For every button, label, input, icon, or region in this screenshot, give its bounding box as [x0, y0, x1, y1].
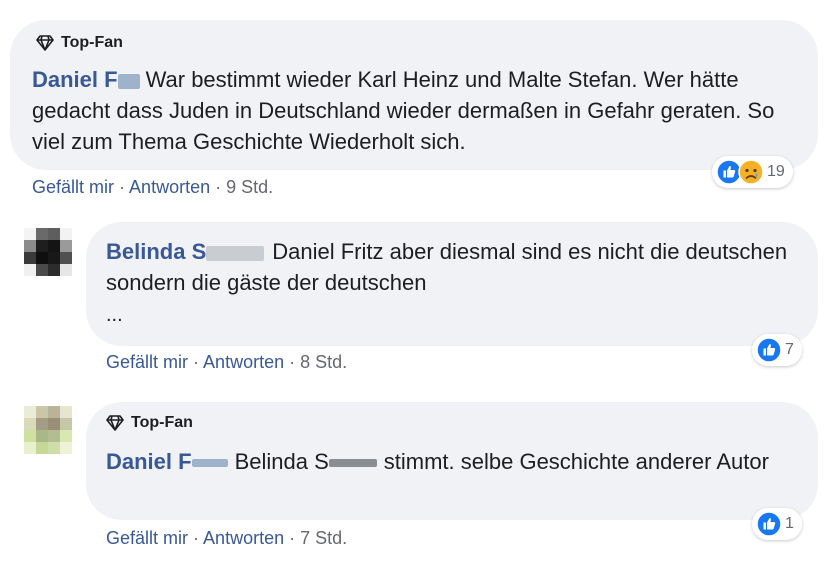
- comment-actions: Gefällt mir · Antworten · 9 Std.: [32, 177, 273, 198]
- avatar[interactable]: [24, 228, 72, 276]
- comment-body: stimmt. selbe Geschichte anderer Autor: [383, 449, 769, 474]
- like-icon: [756, 511, 782, 537]
- separator: ·: [289, 528, 296, 548]
- comment-author[interactable]: Daniel F: [106, 449, 192, 474]
- redacted-name: [206, 245, 265, 261]
- like-link[interactable]: Gefällt mir: [106, 528, 188, 548]
- comment-actions: Gefällt mir · Antworten · 8 Std.: [106, 352, 347, 373]
- like-link[interactable]: Gefällt mir: [32, 177, 114, 197]
- reaction-count: 1: [785, 515, 794, 532]
- separator: ·: [193, 352, 200, 372]
- reply-link[interactable]: Antworten: [129, 177, 210, 197]
- comment-bubble: Top-Fan Daniel F War bestimmt wieder Karl…: [10, 20, 818, 170]
- reaction-count: 7: [785, 341, 794, 358]
- reaction-summary[interactable]: 1: [752, 508, 802, 540]
- reaction-count: 19: [767, 163, 785, 180]
- comment-bubble: Belinda S Daniel Fritz aber diesmal sind …: [86, 222, 818, 346]
- reply-link[interactable]: Antworten: [203, 528, 284, 548]
- comment-author[interactable]: Daniel F: [32, 67, 118, 92]
- timestamp[interactable]: 7 Std.: [300, 528, 347, 548]
- top-fan-label: Top-Fan: [61, 34, 123, 51]
- avatar[interactable]: [24, 406, 72, 454]
- reply-link[interactable]: Antworten: [203, 352, 284, 372]
- separator: ·: [193, 528, 200, 548]
- top-fan-badge: Top-Fan: [106, 414, 193, 432]
- comment-body: War bestimmt wieder Karl Heinz und Malte…: [32, 67, 775, 154]
- diamond-icon: [106, 415, 124, 431]
- timestamp[interactable]: 9 Std.: [226, 177, 273, 197]
- like-icon: [756, 337, 782, 363]
- comment-bubble: Top-Fan Daniel F Belinda S stimmt. selbe G…: [86, 402, 818, 520]
- separator: ·: [215, 177, 222, 197]
- separator: ·: [289, 352, 296, 372]
- comment-actions: Gefällt mir · Antworten · 7 Std.: [106, 528, 347, 549]
- sad-icon: [738, 159, 764, 185]
- comment-text: Daniel F Belinda S stimmt. selbe Geschicht…: [106, 446, 806, 477]
- reaction-summary[interactable]: 7: [752, 334, 802, 366]
- redacted-name: [328, 459, 377, 468]
- diamond-icon: [36, 35, 54, 51]
- comment-text: Daniel F War bestimmt wieder Karl Heinz u…: [32, 64, 802, 157]
- reaction-summary[interactable]: 19: [712, 156, 793, 188]
- top-fan-badge: Top-Fan: [36, 34, 123, 52]
- redacted-name: [117, 73, 140, 89]
- comment-author[interactable]: Belinda S: [106, 239, 206, 264]
- redacted-name: [191, 459, 228, 468]
- top-fan-label: Top-Fan: [131, 414, 193, 431]
- like-link[interactable]: Gefällt mir: [106, 352, 188, 372]
- mentioned-user[interactable]: Belinda S: [235, 449, 329, 474]
- comment-text: Belinda S Daniel Fritz aber diesmal sind …: [106, 236, 796, 298]
- separator: ·: [119, 177, 126, 197]
- see-more[interactable]: ...: [106, 300, 123, 331]
- timestamp[interactable]: 8 Std.: [300, 352, 347, 372]
